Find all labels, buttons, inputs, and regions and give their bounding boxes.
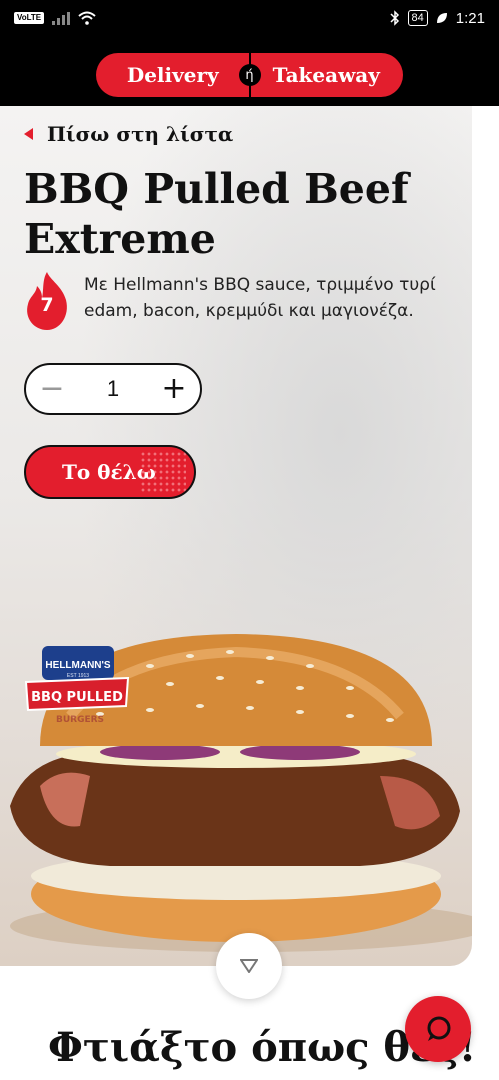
- spicy-level: 7: [40, 294, 54, 316]
- signal-icon: [52, 12, 71, 25]
- status-left: VoLTE: [14, 11, 96, 25]
- leaf-icon: [436, 13, 447, 23]
- top-bar: Delivery Takeaway ή: [0, 36, 499, 106]
- add-to-cart-button[interactable]: Το θέλω: [24, 445, 196, 499]
- product-title: BBQ Pulled Beef Extreme: [24, 165, 409, 263]
- decrease-quantity-button[interactable]: −: [38, 374, 66, 404]
- status-bar: VoLTE 84 1:21: [0, 0, 499, 36]
- dots-pattern: [140, 451, 186, 493]
- chat-bubble-icon: [427, 1016, 451, 1041]
- bluetooth-icon: [390, 10, 399, 26]
- battery-level: 84: [407, 10, 428, 26]
- triangle-left-icon: [24, 128, 33, 140]
- order-mode-toggle: Delivery Takeaway ή: [96, 53, 403, 97]
- scroll-down-button[interactable]: [216, 933, 282, 999]
- badge-sub: BURGERS: [56, 715, 104, 725]
- chat-button[interactable]: [405, 996, 471, 1062]
- chevron-down-icon: [240, 959, 258, 973]
- back-to-list-link[interactable]: Πίσω στη λίστα: [24, 122, 233, 146]
- back-link-label: Πίσω στη λίστα: [47, 122, 234, 146]
- burger-image: HELLMANN'S EST 1913 BBQ PULLED BURGERS: [10, 634, 472, 952]
- wifi-icon: [78, 11, 96, 25]
- volte-badge: VoLTE: [14, 12, 45, 24]
- status-time: 1:21: [455, 9, 485, 27]
- increase-quantity-button[interactable]: +: [160, 374, 188, 404]
- delivery-tab[interactable]: Delivery: [96, 63, 250, 87]
- badge-brand: HELLMANN'S: [45, 660, 110, 671]
- quantity-value: 1: [106, 376, 120, 401]
- badge-est: EST 1913: [67, 673, 89, 679]
- spicy-badge: 7: [24, 270, 70, 332]
- takeaway-tab[interactable]: Takeaway: [250, 63, 404, 87]
- quantity-stepper: − 1 +: [24, 363, 202, 415]
- status-right: 84 1:21: [390, 10, 485, 27]
- badge-line: BBQ PULLED: [31, 690, 123, 705]
- product-hero: Πίσω στη λίστα BBQ Pulled Beef Extreme 7…: [0, 106, 472, 966]
- product-description: Με Hellmann's BBQ sauce, τριμμένο τυρί e…: [84, 275, 436, 321]
- or-label: ή: [238, 64, 261, 86]
